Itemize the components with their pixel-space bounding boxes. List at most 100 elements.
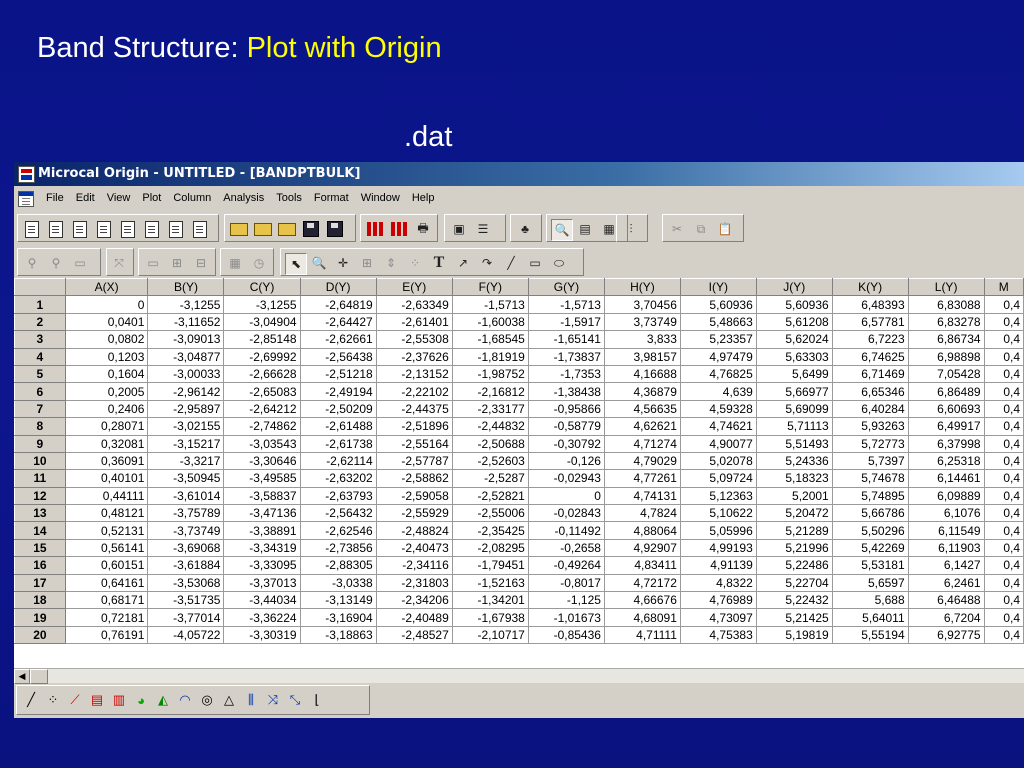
data-cell[interactable]: 6,86489 — [907, 382, 985, 401]
data-cell[interactable]: 5,12363 — [679, 486, 757, 506]
data-cell[interactable]: 0,44111 — [64, 486, 149, 506]
row-header[interactable]: 11 — [14, 469, 66, 488]
data-cell[interactable]: 5,60936 — [755, 295, 833, 314]
data-cell[interactable]: 7,05428 — [907, 364, 985, 384]
row-header[interactable]: 14 — [14, 521, 66, 540]
row-header[interactable]: 4 — [14, 347, 66, 366]
data-cell[interactable]: -2,56438 — [299, 347, 377, 366]
data-cell[interactable]: -3,0338 — [299, 573, 377, 593]
data-cell[interactable]: -2,31803 — [375, 573, 453, 593]
data-cell[interactable]: 6,25318 — [907, 451, 985, 471]
data-cell[interactable]: 6,11549 — [907, 521, 985, 540]
data-cell[interactable]: 0,4 — [983, 573, 1024, 593]
data-cell[interactable]: 5,21289 — [755, 521, 833, 540]
data-cell[interactable]: 4,7824 — [603, 504, 681, 523]
data-cell[interactable]: -2,61488 — [299, 417, 377, 436]
data-cell[interactable]: 5,6499 — [755, 364, 833, 384]
data-cell[interactable]: 4,16688 — [603, 364, 681, 384]
data-cell[interactable]: -3,61884 — [147, 556, 225, 575]
data-cell[interactable]: -2,10717 — [451, 625, 529, 645]
script-window-button[interactable]: ▣ — [449, 219, 469, 239]
data-cell[interactable]: -3,09013 — [147, 330, 225, 349]
add-layer-button[interactable]: ▭ — [143, 253, 163, 273]
data-cell[interactable]: 0,0802 — [64, 330, 149, 349]
data-cell[interactable]: 4,92907 — [603, 538, 681, 558]
rescale-button[interactable]: ⤧ — [109, 253, 129, 273]
time-button[interactable]: ◷ — [249, 253, 269, 273]
data-cell[interactable]: 0 — [527, 486, 605, 506]
new-worksheet-button[interactable] — [46, 219, 66, 239]
data-cell[interactable]: 4,68091 — [603, 608, 681, 627]
add-column-button[interactable]: ⫶ — [621, 219, 641, 239]
data-cell[interactable]: -2,61738 — [299, 434, 377, 453]
data-cell[interactable]: 0,72181 — [64, 608, 149, 627]
data-cell[interactable]: 5,53181 — [831, 556, 909, 575]
data-cell[interactable]: 0,28071 — [64, 417, 149, 436]
data-cell[interactable]: 5,66786 — [831, 504, 909, 523]
new-function-button[interactable] — [142, 219, 162, 239]
data-cell[interactable]: 4,76825 — [679, 364, 757, 384]
row-header[interactable]: 13 — [14, 504, 66, 523]
data-cell[interactable]: -2,95897 — [147, 399, 225, 419]
data-cell[interactable]: -3,13149 — [299, 591, 377, 610]
column-header[interactable]: H(Y) — [603, 277, 681, 297]
data-cell[interactable]: -0,49264 — [527, 556, 605, 575]
data-cell[interactable]: 0,4 — [983, 521, 1024, 540]
code-builder-button[interactable]: 🔍 — [551, 219, 573, 241]
data-cell[interactable]: -1,5713 — [527, 295, 605, 314]
data-cell[interactable]: -2,74862 — [223, 417, 301, 436]
data-cell[interactable]: -2,48527 — [375, 625, 453, 645]
data-cell[interactable]: -3,11652 — [147, 312, 225, 332]
pointer-tool[interactable]: ⬉ — [285, 253, 307, 275]
menu-window[interactable]: Window — [355, 192, 406, 204]
import-multiple-button[interactable] — [389, 219, 409, 239]
data-cell[interactable]: -2,44832 — [451, 417, 529, 436]
data-cell[interactable]: -2,63202 — [299, 469, 377, 488]
polar-plot-button[interactable]: ◎ — [197, 690, 217, 710]
column-header[interactable]: F(Y) — [451, 277, 529, 297]
data-cell[interactable]: 0,2406 — [64, 399, 149, 419]
data-cell[interactable]: 0,4 — [983, 486, 1024, 506]
data-cell[interactable]: 5,64011 — [831, 608, 909, 627]
data-cell[interactable]: -3,61014 — [147, 486, 225, 506]
import-ascii-button[interactable] — [365, 219, 385, 239]
row-header[interactable]: 19 — [14, 608, 66, 627]
data-cell[interactable]: 5,688 — [831, 591, 909, 610]
data-cell[interactable]: -2,56432 — [299, 504, 377, 523]
data-cell[interactable]: 6,83278 — [907, 312, 985, 332]
data-cell[interactable]: -2,55164 — [375, 434, 453, 453]
data-cell[interactable]: -2,58862 — [375, 469, 453, 488]
open-excel-button[interactable] — [277, 219, 297, 239]
data-cell[interactable]: -3,58837 — [223, 486, 301, 506]
data-cell[interactable]: 4,62621 — [603, 417, 681, 436]
copy-button[interactable]: ⧉ — [691, 219, 711, 239]
data-cell[interactable]: 0,68171 — [64, 591, 149, 610]
data-cell[interactable]: 5,20472 — [755, 504, 833, 523]
data-cell[interactable]: -3,15217 — [147, 434, 225, 453]
menu-edit[interactable]: Edit — [70, 192, 101, 204]
column-header[interactable]: A(X) — [64, 277, 149, 297]
screen-reader-tool[interactable]: ✛ — [333, 253, 353, 273]
data-cell[interactable]: -2,16812 — [451, 382, 529, 401]
data-cell[interactable]: 0,4 — [983, 451, 1024, 471]
data-cell[interactable]: 0,4 — [983, 504, 1024, 523]
data-cell[interactable]: -0,2658 — [527, 538, 605, 558]
data-cell[interactable]: 4,99193 — [679, 538, 757, 558]
data-cell[interactable]: 0,1203 — [64, 347, 149, 366]
data-cell[interactable]: 0,4 — [983, 295, 1024, 314]
data-cell[interactable]: -3,36224 — [223, 608, 301, 627]
rectangle-tool[interactable]: ▭ — [525, 253, 545, 273]
data-cell[interactable]: -2,37626 — [375, 347, 453, 366]
menu-view[interactable]: View — [101, 192, 137, 204]
data-cell[interactable]: -2,44375 — [375, 399, 453, 419]
data-cell[interactable]: 3,73749 — [603, 312, 681, 332]
row-header[interactable]: 1 — [14, 295, 66, 314]
data-cell[interactable]: -1,73837 — [527, 347, 605, 366]
data-cell[interactable]: -3,50945 — [147, 469, 225, 488]
data-cell[interactable]: -2,61401 — [375, 312, 453, 332]
data-cell[interactable]: -4,05722 — [147, 625, 225, 645]
data-cell[interactable]: -2,73856 — [299, 538, 377, 558]
data-cell[interactable]: 5,55194 — [831, 625, 909, 645]
menu-column[interactable]: Column — [167, 192, 217, 204]
data-cell[interactable]: -1,125 — [527, 591, 605, 610]
